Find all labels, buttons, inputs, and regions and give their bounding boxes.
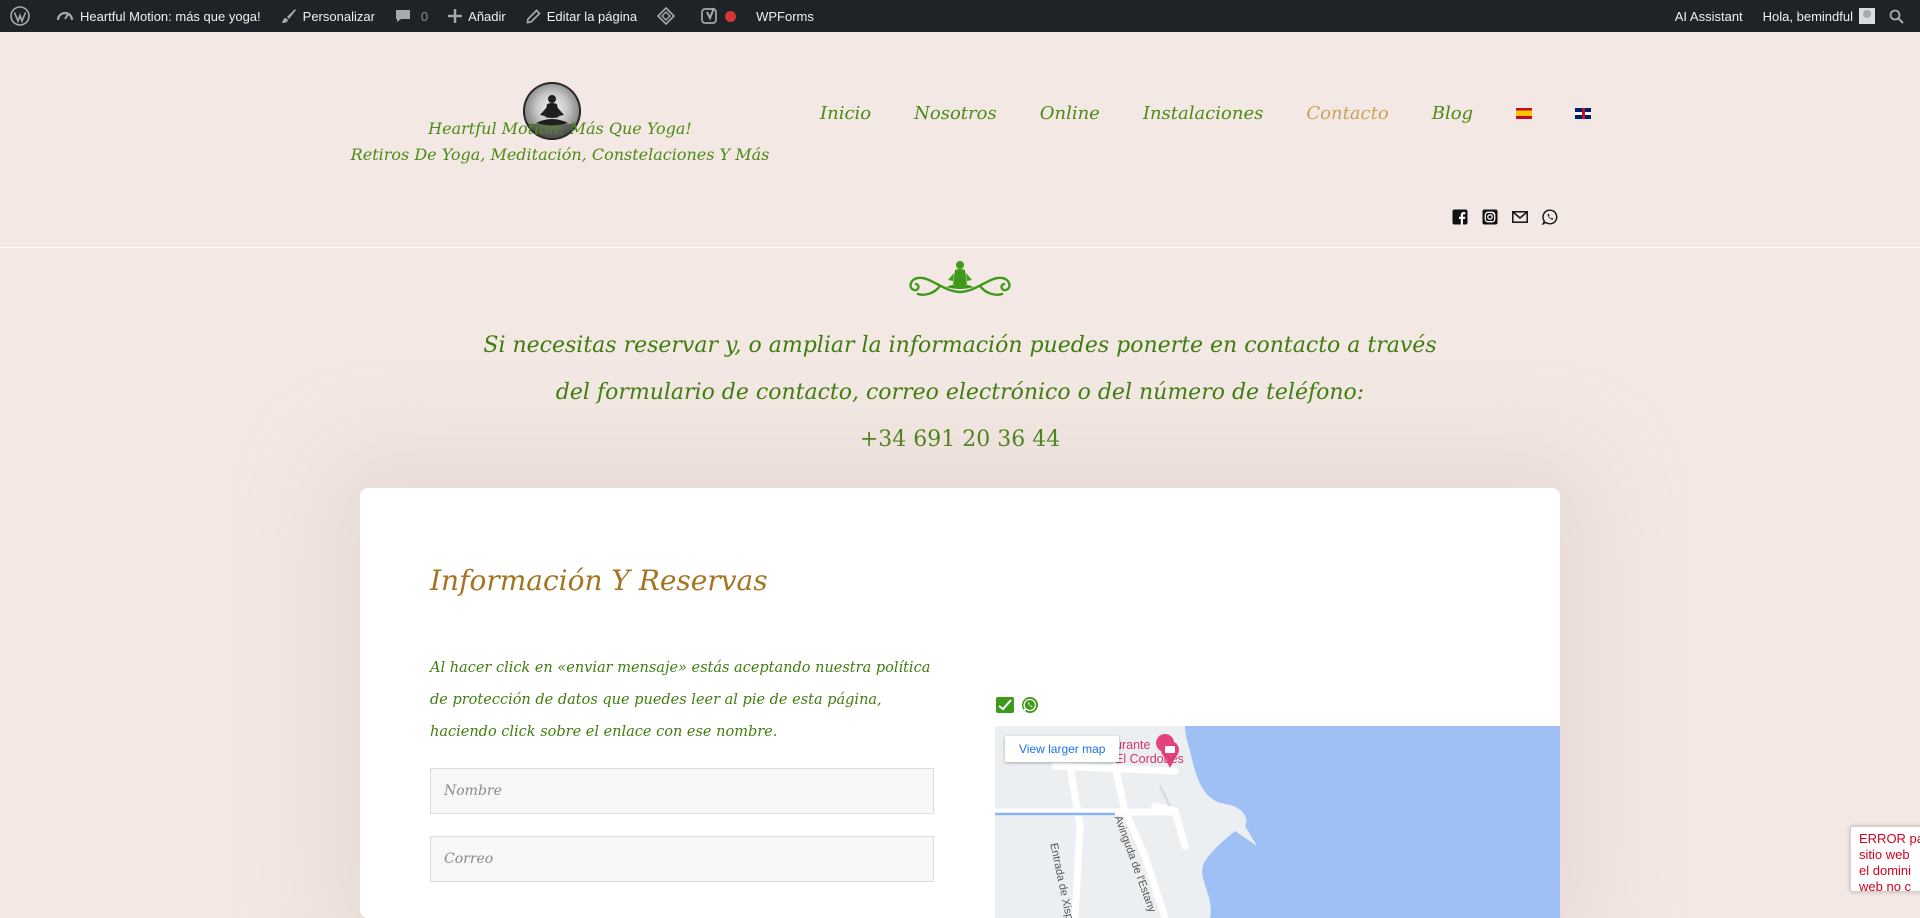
form-heading: Información Y Reservas [430,564,768,597]
site-title: Heartful Motion: Más Que Yoga! [428,119,692,138]
email-icon[interactable] [1512,209,1528,225]
greeting-label: Hola, bemindful [1762,8,1853,24]
yoast-seo-button[interactable] [691,0,746,32]
admin-bar-right: AI Assistant Hola, bemindful [1665,0,1920,32]
social-links [1452,209,1558,225]
poi-line-2: El Cordobés [1115,752,1184,766]
intro-line-1: Si necesitas reservar y, o ampliar la in… [483,333,1437,358]
edit-page-button[interactable]: Editar la página [516,0,647,32]
nav-item-online[interactable]: Online [1040,103,1100,124]
name-field[interactable] [430,768,934,814]
email-field[interactable] [430,836,934,882]
wp-admin-bar: Heartful Motion: más que yoga! Personali… [0,0,1920,32]
location-map[interactable]: urante El Cordobés Entrada de Xispa Avin… [995,726,1560,918]
seo-status-dot [725,10,737,22]
recaptcha-error-text: ERROR pa sitio web el domini web no c [1859,831,1920,892]
whatsapp-icon[interactable] [1021,696,1039,714]
plus-icon [448,9,463,23]
avatar [1859,8,1875,24]
nav-item-inicio[interactable]: Inicio [820,103,871,124]
map-poi-label: urante El Cordobés [1115,738,1184,766]
add-new-button[interactable]: Añadir [438,0,516,32]
add-new-label: Añadir [468,8,506,24]
dashboard-icon [56,11,74,21]
nav-item-blog[interactable]: Blog [1432,103,1473,124]
nav-item-contacto[interactable]: Contacto [1306,103,1388,124]
intro-line-2: del formulario de contacto, correo elect… [555,380,1365,405]
diamond-icon [657,7,676,25]
privacy-consent-text: Al hacer click en «enviar mensaje» estás… [430,660,931,740]
customize-button[interactable]: Personalizar [271,0,385,32]
comments-button[interactable]: 0 [385,0,438,32]
user-account-menu[interactable]: Hola, bemindful [1753,0,1879,32]
wordpress-logo-button[interactable] [0,0,46,32]
phone-number[interactable]: +34 691 20 36 44 [360,416,1560,463]
email-send-icon[interactable] [996,696,1014,714]
nav-item-instalaciones[interactable]: Instalaciones [1143,103,1264,124]
whatsapp-icon[interactable] [1542,209,1558,225]
yoast-icon [701,7,717,24]
contact-intro: Si necesitas reservar y, o ampliar la in… [360,322,1560,463]
wordpress-icon [10,6,30,26]
instagram-icon[interactable] [1482,209,1498,225]
view-larger-map-button[interactable]: View larger map [1005,736,1120,762]
english-flag-icon[interactable] [1575,107,1592,119]
admin-search-button[interactable] [1879,0,1920,32]
contact-form-card: Información Y Reservas Al hacer click en… [360,488,1560,918]
spanish-flag-icon[interactable] [1516,107,1533,119]
contact-icons [996,696,1039,714]
site-name-label: Heartful Motion: más que yoga! [80,8,261,24]
search-icon [1889,9,1904,24]
diamond-plugin-button[interactable] [647,0,691,32]
wpforms-label: WPForms [756,8,814,24]
main-navigation: Inicio Nosotros Online Instalaciones Con… [820,98,1634,128]
yoga-ornament-icon [909,261,1011,296]
admin-bar-left: Heartful Motion: más que yoga! Personali… [0,0,824,32]
wpforms-button[interactable]: WPForms [746,0,824,32]
facebook-icon[interactable] [1452,209,1468,225]
site-branding[interactable]: Heartful Motion: Más Que Yoga! Retiros D… [350,116,770,168]
comment-icon [395,10,410,22]
poi-line-1: urante [1115,738,1151,752]
site-header: Heartful Motion: Más Que Yoga! Retiros D… [0,32,1920,248]
edit-page-label: Editar la página [546,8,638,24]
recaptcha-error-badge: ERROR pa sitio web el domini web no c [1850,826,1920,892]
ai-assistant-label: AI Assistant [1674,8,1743,24]
site-tagline: Retiros De Yoga, Meditación, Constelacio… [350,145,770,164]
customize-label: Personalizar [302,8,375,24]
nav-item-nosotros[interactable]: Nosotros [914,103,997,124]
site-name-menu[interactable]: Heartful Motion: más que yoga! [46,0,271,32]
ai-assistant-button[interactable]: AI Assistant [1665,0,1753,32]
comments-count: 0 [420,8,429,24]
pencil-icon [526,8,541,24]
brush-icon [281,9,296,23]
